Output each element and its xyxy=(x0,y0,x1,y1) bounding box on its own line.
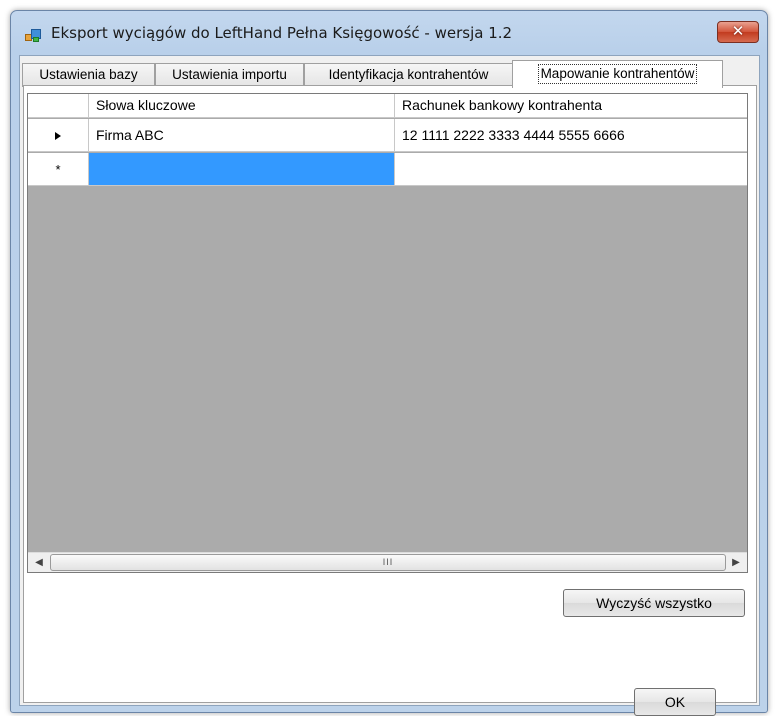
app-icon xyxy=(25,27,41,43)
close-button[interactable]: ✕ xyxy=(717,21,759,43)
tab-ustawienia-bazy[interactable]: Ustawienia bazy xyxy=(22,63,155,87)
mapping-grid[interactable]: Słowa kluczowe Rachunek bankowy kontrahe… xyxy=(27,93,748,573)
new-row-asterisk-icon: * xyxy=(55,162,61,177)
horizontal-scrollbar[interactable]: ◀ III ▶ xyxy=(28,552,747,572)
row-header-corner[interactable] xyxy=(28,94,89,117)
ok-button[interactable]: OK xyxy=(634,688,716,716)
table-row[interactable]: Firma ABC 12 1111 2222 3333 4444 5555 66… xyxy=(28,119,747,152)
tab-ustawienia-importu[interactable]: Ustawienia importu xyxy=(155,63,304,87)
column-header-keywords[interactable]: Słowa kluczowe xyxy=(89,94,395,117)
scroll-grip-icon: III xyxy=(382,557,394,567)
cell-keywords[interactable]: Firma ABC xyxy=(89,119,395,151)
clear-all-button[interactable]: Wyczyść wszystko xyxy=(563,589,745,617)
grid-header: Słowa kluczowe Rachunek bankowy kontrahe… xyxy=(28,94,747,118)
row-header[interactable]: * xyxy=(28,153,89,185)
window-title: Eksport wyciągów do LeftHand Pełna Księg… xyxy=(51,24,513,42)
column-header-account[interactable]: Rachunek bankowy kontrahenta xyxy=(395,94,747,117)
row-header[interactable] xyxy=(28,119,89,151)
scroll-thumb[interactable]: III xyxy=(50,554,726,571)
cell-account[interactable]: 12 1111 2222 3333 4444 5555 6666 xyxy=(395,119,747,151)
cell-keywords-new[interactable] xyxy=(89,153,395,185)
current-row-arrow-icon xyxy=(55,132,61,140)
title-bar[interactable]: Eksport wyciągów do LeftHand Pełna Księg… xyxy=(11,11,767,55)
cell-account-new[interactable] xyxy=(395,153,747,185)
new-row[interactable]: * xyxy=(28,153,747,186)
tab-identyfikacja-kontrahentow[interactable]: Identyfikacja kontrahentów xyxy=(304,63,513,87)
tab-label: Mapowanie kontrahentów xyxy=(537,64,698,84)
client-area: Ustawienia bazy Ustawienia importu Ident… xyxy=(19,55,760,706)
dialog-window: Eksport wyciągów do LeftHand Pełna Księg… xyxy=(10,10,768,713)
close-icon: ✕ xyxy=(731,23,745,40)
tab-mapowanie-kontrahentow[interactable]: Mapowanie kontrahentów xyxy=(512,60,723,88)
scroll-right-icon[interactable]: ▶ xyxy=(727,553,745,572)
tab-label: Identyfikacja kontrahentów xyxy=(328,67,489,82)
tab-label: Ustawienia bazy xyxy=(39,67,138,82)
scroll-left-icon[interactable]: ◀ xyxy=(30,553,48,572)
tab-label: Ustawienia importu xyxy=(172,67,287,82)
tab-page-mapowanie: Słowa kluczowe Rachunek bankowy kontrahe… xyxy=(23,85,757,703)
